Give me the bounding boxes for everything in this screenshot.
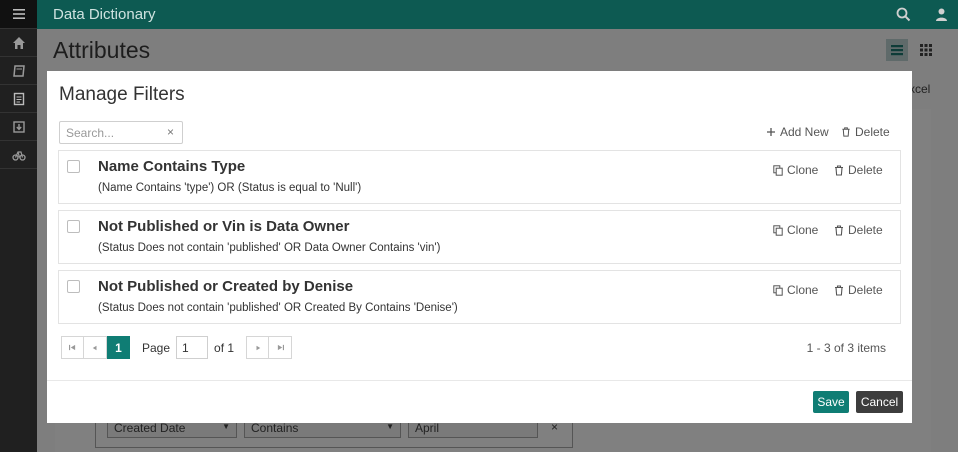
delete-button[interactable]: Delete <box>834 283 883 297</box>
user-button[interactable] <box>934 7 949 27</box>
grid-view-icon <box>920 44 932 56</box>
caret-down-icon: ▼ <box>386 422 394 431</box>
next-page-button[interactable] <box>246 336 270 359</box>
list-view-button[interactable] <box>886 39 908 61</box>
filter-card: Not Published or Vin is Data Owner (Stat… <box>58 210 901 264</box>
grid-view-button[interactable] <box>915 39 937 61</box>
current-page-number[interactable]: 1 <box>107 336 130 359</box>
home-icon <box>12 36 25 49</box>
filter-name: Name Contains Type <box>98 158 246 175</box>
filter-card: Not Published or Created by Denise (Stat… <box>58 270 901 324</box>
user-icon <box>936 8 947 21</box>
first-page-button[interactable] <box>61 336 84 359</box>
list-view-icon <box>891 45 903 56</box>
cancel-button[interactable]: Cancel <box>856 391 903 413</box>
filter-expression: (Status Does not contain 'published' OR … <box>98 242 441 254</box>
delete-label: Delete <box>848 163 883 177</box>
first-page-icon <box>69 344 76 351</box>
search-icon <box>896 7 911 22</box>
nav-documents[interactable] <box>0 85 37 113</box>
nav-library[interactable] <box>0 57 37 85</box>
delete-selected-button[interactable]: Delete <box>841 125 890 139</box>
clone-button[interactable]: Clone <box>773 283 818 297</box>
delete-button[interactable]: Delete <box>834 223 883 237</box>
prev-page-icon <box>92 345 97 350</box>
clone-icon <box>773 164 783 176</box>
search-button[interactable] <box>896 7 911 27</box>
top-bar: Data Dictionary <box>37 0 958 29</box>
clone-label: Clone <box>787 223 819 237</box>
filter-expression: (Name Contains 'type') OR (Status is equ… <box>98 182 362 194</box>
filter-checkbox[interactable] <box>67 280 80 293</box>
clone-label: Clone <box>787 283 819 297</box>
filter-expression: (Status Does not contain 'published' OR … <box>98 302 458 314</box>
add-new-label: Add New <box>780 125 829 139</box>
dialog-title: Manage Filters <box>59 84 185 105</box>
clone-label: Clone <box>787 163 819 177</box>
filter-card: Name Contains Type (Name Contains 'type'… <box>58 150 901 204</box>
filter-checkbox[interactable] <box>67 160 80 173</box>
nav-lineage[interactable] <box>0 141 37 169</box>
delete-button[interactable]: Delete <box>834 163 883 177</box>
clone-icon <box>773 224 783 236</box>
book-icon <box>12 64 25 77</box>
footer-divider <box>47 380 912 381</box>
clone-button[interactable]: Clone <box>773 223 818 237</box>
prev-page-button[interactable] <box>84 336 107 359</box>
trash-icon <box>835 284 843 296</box>
add-new-button[interactable]: Add New <box>766 125 829 139</box>
app-title: Data Dictionary <box>53 6 156 23</box>
nav-home[interactable] <box>0 29 37 57</box>
clone-icon <box>773 284 783 296</box>
items-summary: 1 - 3 of 3 items <box>806 341 886 355</box>
next-page-icon <box>256 345 260 350</box>
last-page-button[interactable] <box>269 336 293 359</box>
caret-down-icon: ▼ <box>222 422 230 431</box>
last-page-icon <box>277 344 284 351</box>
save-button[interactable]: Save <box>813 391 849 413</box>
menu-button[interactable] <box>0 0 37 29</box>
nav-downloads[interactable] <box>0 113 37 141</box>
page-title: Attributes <box>53 37 151 63</box>
filter-value-text: April <box>415 421 440 435</box>
bicycle-icon <box>11 150 26 161</box>
page-label: Page <box>142 340 171 355</box>
download-icon <box>12 120 25 133</box>
pager: 1 Page of 1 <box>61 336 293 359</box>
clear-search-icon[interactable]: × <box>167 125 174 139</box>
export-excel-link[interactable]: xcel <box>909 82 930 96</box>
filter-checkbox[interactable] <box>67 220 80 233</box>
menu-icon <box>12 9 25 19</box>
search-input[interactable] <box>60 125 160 140</box>
page-input[interactable] <box>176 336 209 359</box>
trash-icon <box>842 127 850 137</box>
delete-label: Delete <box>848 223 883 237</box>
filter-name: Not Published or Vin is Data Owner <box>98 218 350 235</box>
trash-icon <box>835 164 843 176</box>
clone-button[interactable]: Clone <box>773 163 818 177</box>
trash-icon <box>835 224 843 236</box>
filter-name: Not Published or Created by Denise <box>98 278 354 295</box>
side-rail <box>0 0 37 452</box>
delete-label: Delete <box>848 283 883 297</box>
plus-icon <box>767 128 775 136</box>
search-box: × <box>59 121 183 144</box>
manage-filters-dialog: Manage Filters × Add New Delete Name Con… <box>47 71 912 423</box>
page-of-label: of 1 <box>214 340 235 355</box>
filter-operator-value: Contains <box>251 421 299 435</box>
document-icon <box>13 92 24 105</box>
filter-field-value: Created Date <box>114 421 186 435</box>
delete-selected-label: Delete <box>855 125 890 139</box>
